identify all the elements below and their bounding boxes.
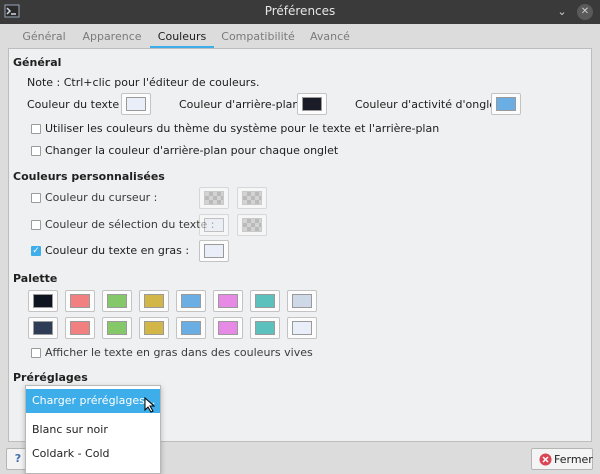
- colors-panel: Général Note : Ctrl+clic pour l'éditeur …: [8, 48, 592, 442]
- bright-bold-label: Afficher le texte en gras dans des coule…: [45, 346, 313, 359]
- palette-color-fill: [292, 294, 312, 308]
- cursor-text-color-button[interactable]: [237, 187, 267, 209]
- window-title: Préférences: [264, 4, 336, 18]
- palette-color-fill: [144, 294, 164, 308]
- palette-color-button[interactable]: [250, 317, 280, 339]
- general-heading: Général: [13, 56, 62, 69]
- cursor-color-checker: [204, 191, 224, 205]
- change-bg-per-tab-label: Changer la couleur d'arrière-plan pour c…: [45, 144, 339, 157]
- palette-color-button[interactable]: [102, 317, 132, 339]
- palette-color-fill: [144, 321, 164, 335]
- palette-color-button[interactable]: [28, 290, 58, 312]
- tab-general[interactable]: Général: [14, 26, 74, 48]
- palette-color-button[interactable]: [176, 317, 206, 339]
- close-button-label: Fermer: [554, 453, 593, 466]
- cursor-color-button[interactable]: [199, 187, 229, 209]
- palette-color-fill: [255, 321, 275, 335]
- change-bg-per-tab-checkbox[interactable]: [31, 146, 41, 156]
- tab-activity-color-fill: [496, 97, 516, 111]
- palette-color-fill: [255, 294, 275, 308]
- note-text: Note : Ctrl+clic pour l'éditeur de coule…: [27, 76, 260, 89]
- tab-activity-color-label: Couleur d'activité d'onglet :: [355, 98, 508, 111]
- cursor-text-color-checker: [242, 191, 262, 205]
- palette-heading: Palette: [13, 272, 58, 285]
- palette-color-fill: [33, 294, 53, 308]
- palette-color-button[interactable]: [287, 317, 317, 339]
- palette-color-button[interactable]: [139, 317, 169, 339]
- bright-bold-checkbox[interactable]: [31, 348, 41, 358]
- palette-color-fill: [70, 321, 90, 335]
- selection-text-color-button[interactable]: [237, 214, 267, 236]
- mouse-cursor-icon: [144, 397, 156, 413]
- selection-color-label: Couleur de sélection du texte :: [45, 218, 215, 231]
- selection-color-fill: [204, 218, 224, 232]
- cursor-color-checkbox[interactable]: [31, 193, 41, 203]
- palette-color-fill: [292, 321, 312, 335]
- bold-color-checkbox[interactable]: ✓: [31, 246, 41, 256]
- palette-color-button[interactable]: [176, 290, 206, 312]
- use-system-colors-label: Utiliser les couleurs du thème du systèm…: [45, 122, 440, 135]
- bg-color-fill: [302, 97, 322, 111]
- presets-dropdown: Charger préréglages... Blanc sur noir Co…: [25, 385, 161, 474]
- tab-compatibility[interactable]: Compatibilité: [216, 26, 300, 48]
- palette-color-button[interactable]: [213, 290, 243, 312]
- minimize-icon[interactable]: ⌄: [554, 4, 570, 20]
- presets-heading: Préréglages: [13, 371, 88, 384]
- palette-color-fill: [107, 321, 127, 335]
- palette-color-button[interactable]: [287, 290, 317, 312]
- tab-colors[interactable]: Couleurs: [150, 26, 214, 48]
- custom-colors-heading: Couleurs personnalisées: [13, 170, 165, 183]
- palette-color-fill: [181, 321, 201, 335]
- palette-color-fill: [218, 294, 238, 308]
- cursor-color-label: Couleur du curseur :: [45, 191, 158, 204]
- bold-color-button[interactable]: [199, 240, 229, 262]
- tab-appearance[interactable]: Apparence: [76, 26, 148, 48]
- palette-color-button[interactable]: [139, 290, 169, 312]
- palette-color-button[interactable]: [250, 290, 280, 312]
- palette-color-button[interactable]: [102, 290, 132, 312]
- close-window-icon[interactable]: ✕: [577, 4, 593, 20]
- palette-color-fill: [33, 321, 53, 335]
- bg-color-label: Couleur d'arrière-plan :: [179, 98, 307, 111]
- selection-color-checkbox[interactable]: [31, 220, 41, 230]
- tab-bar: Général Apparence Couleurs Compatibilité…: [8, 26, 592, 48]
- bold-color-label: Couleur du texte en gras :: [45, 244, 190, 257]
- text-color-button[interactable]: [121, 93, 151, 115]
- bold-color-fill: [204, 244, 224, 258]
- tab-activity-color-button[interactable]: [491, 93, 521, 115]
- palette-color-button[interactable]: [65, 317, 95, 339]
- selection-text-color-checker: [242, 218, 262, 232]
- title-bar: Préférences ⌄ ✕: [0, 0, 600, 24]
- palette-color-fill: [181, 294, 201, 308]
- preset-coldark-cold-item[interactable]: Coldark - Cold: [26, 442, 160, 466]
- preset-load-item[interactable]: Charger préréglages...: [26, 389, 160, 413]
- text-color-fill: [126, 97, 146, 111]
- tab-advanced[interactable]: Avancé: [302, 26, 358, 48]
- bg-color-button[interactable]: [297, 93, 327, 115]
- text-color-label: Couleur du texte :: [27, 98, 127, 111]
- preset-white-on-black-item[interactable]: Blanc sur noir: [26, 418, 160, 442]
- palette-color-fill: [218, 321, 238, 335]
- palette-color-button[interactable]: [28, 317, 58, 339]
- close-circle-icon: [539, 453, 552, 466]
- close-button[interactable]: Fermer: [531, 448, 593, 470]
- selection-color-button[interactable]: [199, 214, 229, 236]
- use-system-colors-checkbox[interactable]: [31, 124, 41, 134]
- palette-color-fill: [107, 294, 127, 308]
- palette-color-button[interactable]: [65, 290, 95, 312]
- palette-color-fill: [70, 294, 90, 308]
- palette-color-button[interactable]: [213, 317, 243, 339]
